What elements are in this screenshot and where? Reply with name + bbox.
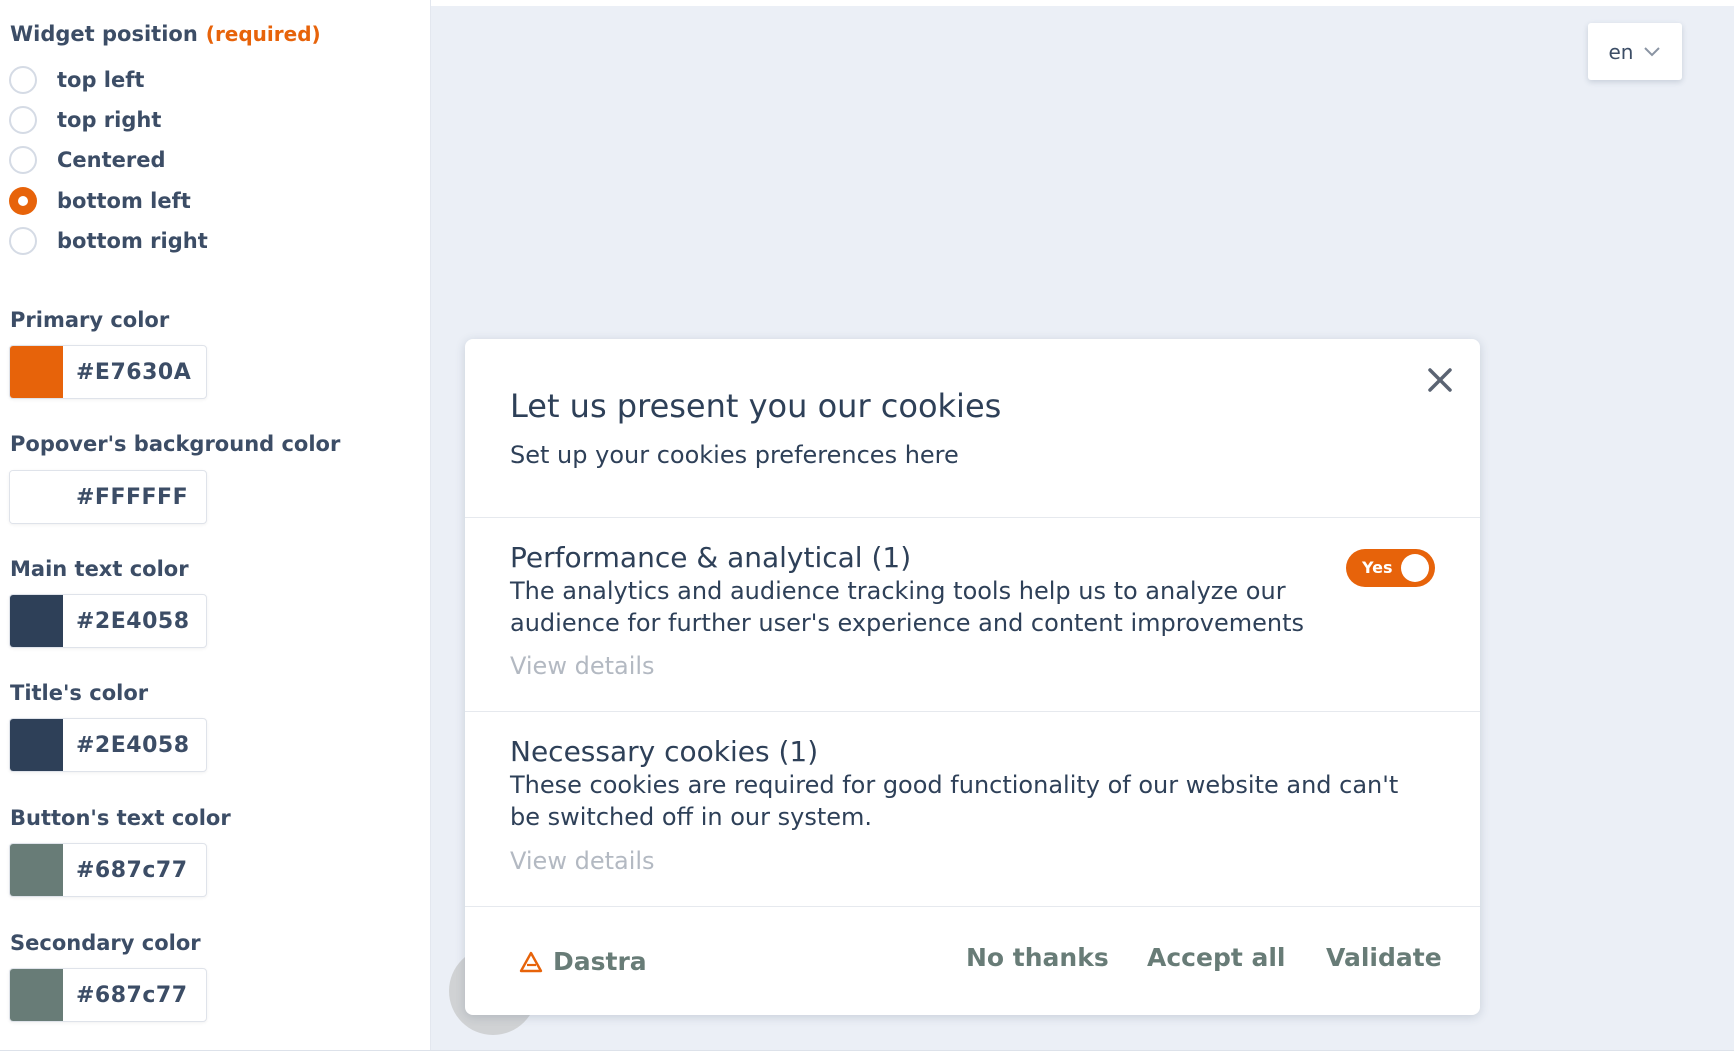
radio-bottom-right[interactable]: bottom right xyxy=(9,226,208,256)
radio-button[interactable] xyxy=(9,146,37,174)
color-hex-value: #2E4058 xyxy=(76,608,190,634)
color-hex-value: #687c77 xyxy=(76,982,188,1008)
radio-button[interactable] xyxy=(9,106,37,134)
popover-bg-color-picker[interactable]: #FFFFFF xyxy=(9,470,207,524)
view-details-link[interactable]: View details xyxy=(510,652,655,680)
color-swatch[interactable] xyxy=(10,719,63,771)
radio-label: bottom left xyxy=(57,189,191,213)
category-title-performance: Performance & analytical (1) xyxy=(510,541,912,574)
view-details-link[interactable]: View details xyxy=(510,847,655,875)
popover-subtitle: Set up your cookies preferences here xyxy=(510,441,959,469)
button-text-color-label: Button's text color xyxy=(10,806,231,830)
required-label: (required) xyxy=(205,22,321,46)
color-swatch[interactable] xyxy=(10,595,63,647)
toggle-label: Yes xyxy=(1362,558,1393,577)
color-hex-value: #687c77 xyxy=(76,857,188,883)
performance-toggle[interactable]: Yes xyxy=(1346,549,1435,587)
toggle-knob xyxy=(1401,554,1429,582)
category-description-necessary: These cookies are required for good func… xyxy=(510,771,1399,831)
radio-top-right[interactable]: top right xyxy=(9,105,161,135)
dastra-logo-icon xyxy=(519,951,543,972)
secondary-color-picker[interactable]: #687c77 xyxy=(9,968,207,1022)
radio-top-left[interactable]: top left xyxy=(9,65,144,95)
widget-position-label: Widget position (required) xyxy=(10,22,321,46)
color-swatch[interactable] xyxy=(10,346,63,398)
radio-button[interactable] xyxy=(9,66,37,94)
main-text-color-label: Main text color xyxy=(10,557,189,581)
main-text-color-picker[interactable]: #2E4058 xyxy=(9,594,207,648)
accept-all-button[interactable]: Accept all xyxy=(1147,943,1286,972)
chevron-down-icon xyxy=(1644,46,1661,56)
color-swatch[interactable] xyxy=(10,969,63,1021)
color-swatch[interactable] xyxy=(10,844,63,896)
primary-color-label: Primary color xyxy=(10,308,170,332)
radio-label: Centered xyxy=(57,148,166,172)
radio-centered[interactable]: Centered xyxy=(9,145,166,175)
language-select[interactable]: en xyxy=(1588,23,1682,80)
radio-button-checked[interactable] xyxy=(9,187,37,215)
radio-label: top left xyxy=(57,68,145,92)
radio-button[interactable] xyxy=(9,227,37,255)
radio-label: top right xyxy=(57,108,162,132)
no-thanks-button[interactable]: No thanks xyxy=(966,943,1109,972)
color-hex-value: #E7630A xyxy=(76,359,192,385)
title-color-picker[interactable]: #2E4058 xyxy=(9,718,207,772)
divider xyxy=(465,517,1480,518)
category-title-necessary: Necessary cookies (1) xyxy=(510,735,819,768)
secondary-color-label: Secondary color xyxy=(10,931,201,955)
dastra-brand-link[interactable]: Dastra xyxy=(519,947,647,976)
radio-bottom-left[interactable]: bottom left xyxy=(9,186,191,216)
bottom-divider xyxy=(0,1050,1734,1058)
divider xyxy=(465,711,1480,712)
color-swatch[interactable] xyxy=(10,471,63,523)
close-icon[interactable] xyxy=(1425,365,1455,395)
popover-bg-color-label: Popover's background color xyxy=(10,432,341,456)
button-text-color-picker[interactable]: #687c77 xyxy=(9,843,207,897)
radio-label: bottom right xyxy=(57,229,208,253)
settings-panel: Widget position (required) top left top r… xyxy=(0,0,431,1050)
primary-color-picker[interactable]: #E7630A xyxy=(9,345,207,399)
popover-title: Let us present you our cookies xyxy=(510,387,1002,425)
widget-position-title: Widget position xyxy=(10,22,198,46)
validate-button[interactable]: Validate xyxy=(1326,943,1442,972)
category-description-performance: The analytics and audience tracking tool… xyxy=(510,577,1304,637)
title-color-label: Title's color xyxy=(10,681,149,705)
color-hex-value: #FFFFFF xyxy=(76,484,189,510)
color-hex-value: #2E4058 xyxy=(76,732,190,758)
divider xyxy=(465,906,1480,907)
cookie-popover: Let us present you our cookies Set up yo… xyxy=(465,339,1480,1015)
language-value: en xyxy=(1608,39,1634,64)
brand-name: Dastra xyxy=(553,947,647,976)
